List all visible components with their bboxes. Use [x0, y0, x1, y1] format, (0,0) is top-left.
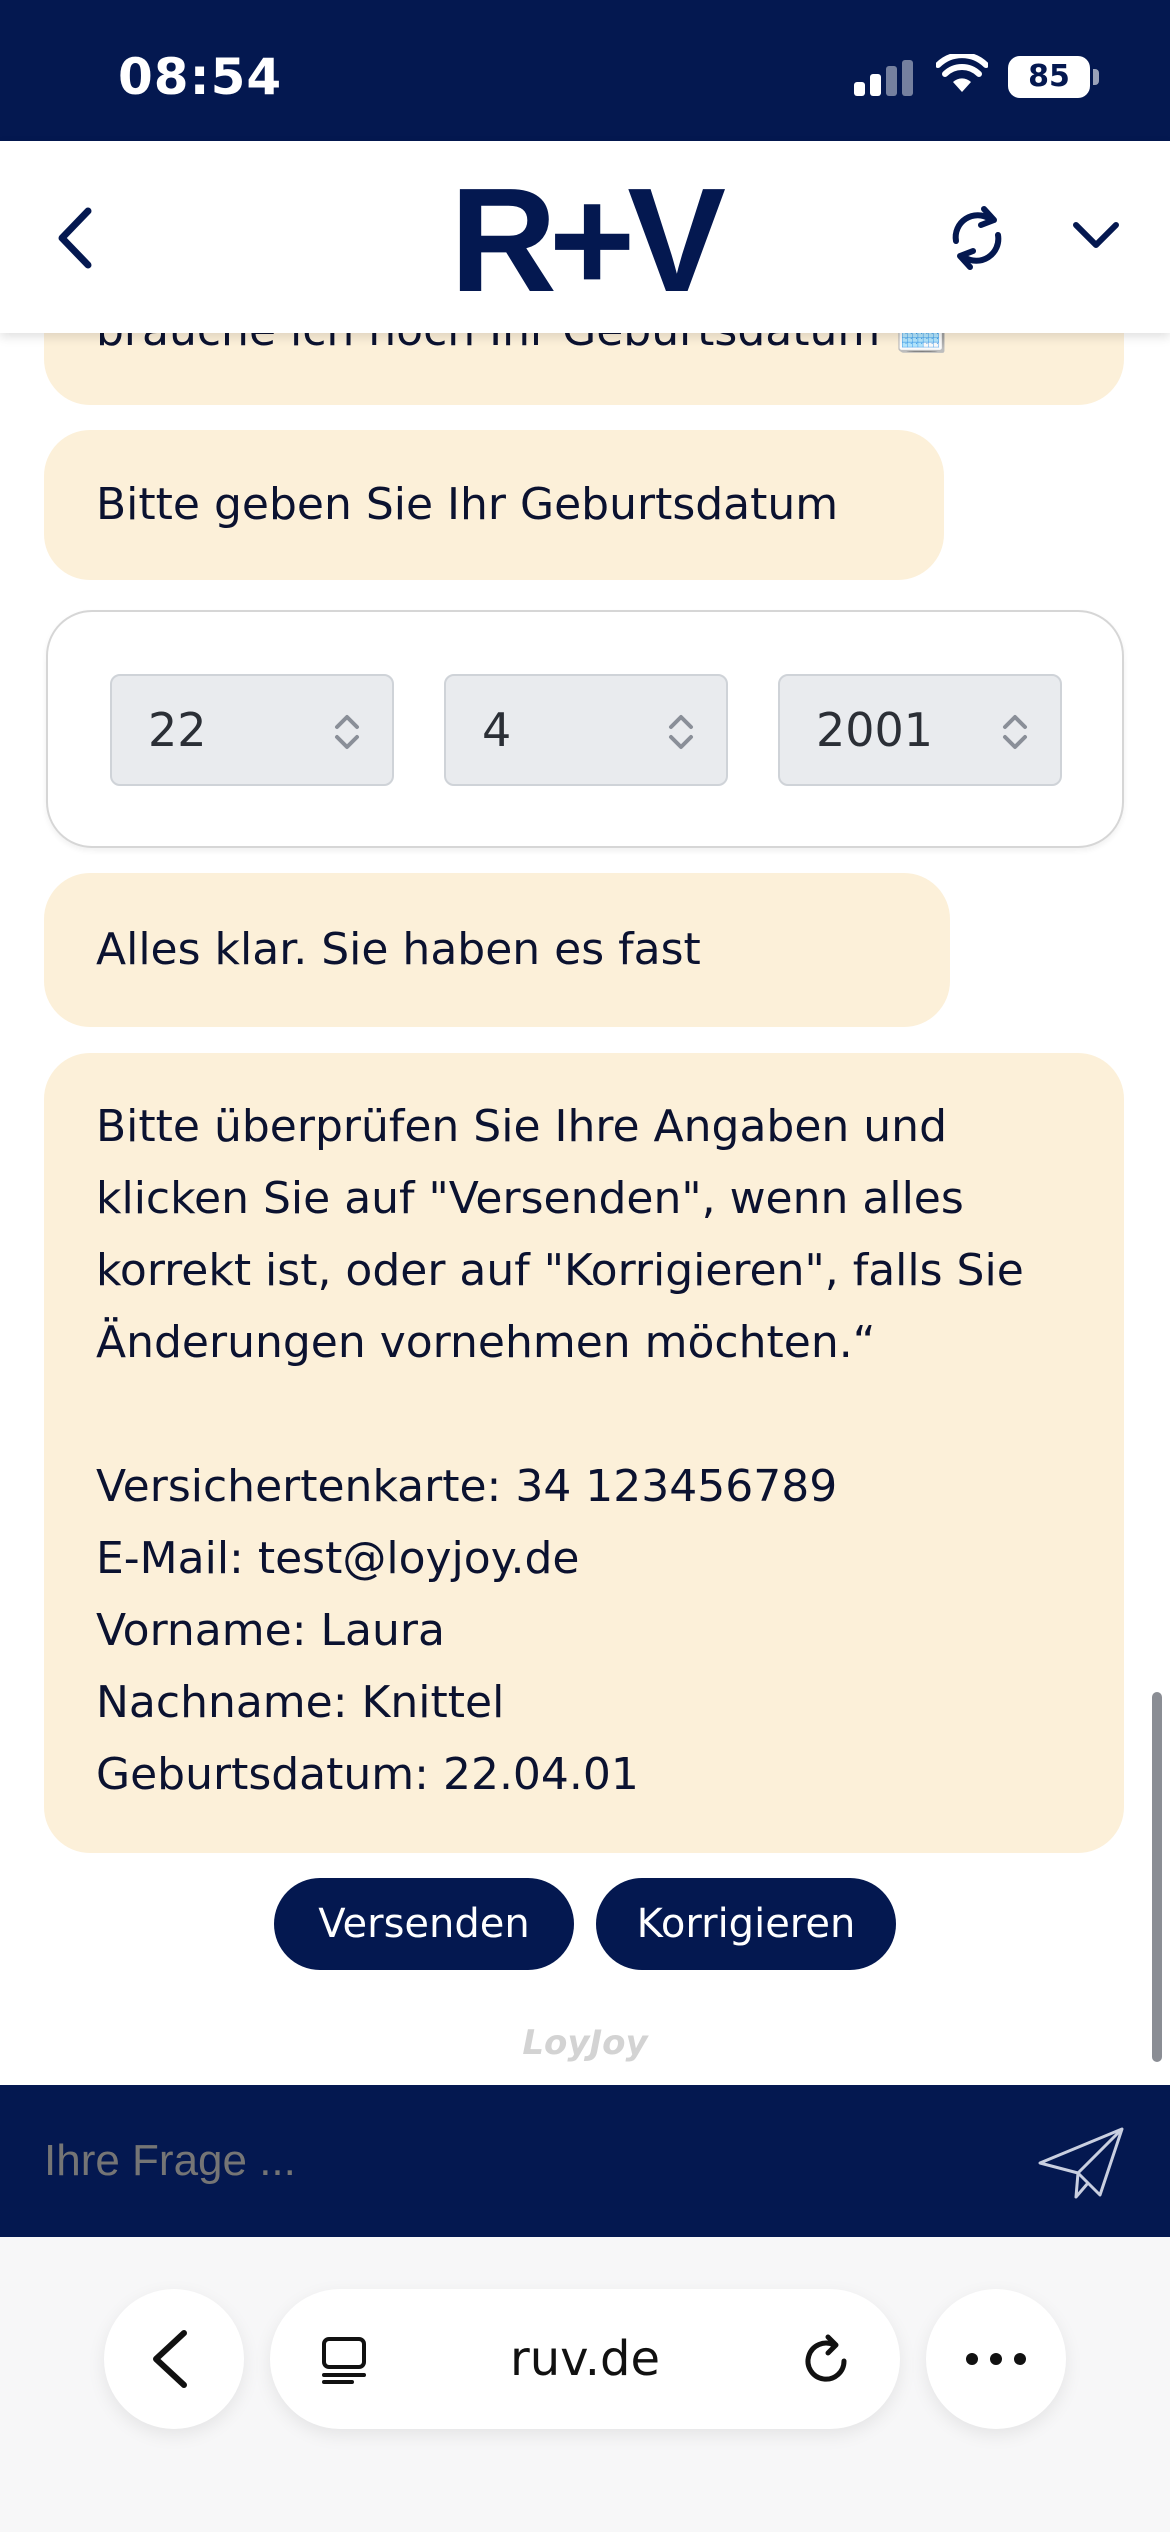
- send-button[interactable]: Versenden: [274, 1878, 574, 1970]
- day-select[interactable]: 22: [110, 674, 394, 786]
- status-time: 08:54: [118, 48, 283, 106]
- browser-toolbar: ruv.de: [0, 2237, 1170, 2532]
- battery-icon: 85: [1008, 56, 1090, 98]
- more-dots-icon: [966, 2353, 1026, 2365]
- summary-line: Bitte überprüfen Sie Ihre Angaben und: [96, 1101, 947, 1152]
- cellular-signal-icon: [854, 60, 914, 96]
- back-chevron-icon: [153, 2330, 187, 2388]
- summary-first-name: Vorname: Laura: [96, 1605, 445, 1656]
- svg-text:R+V: R+V: [450, 175, 725, 299]
- loyjoy-brand: LoyJoy: [522, 2023, 648, 2063]
- summary-email: E-Mail: test@loyjoy.de: [96, 1533, 580, 1584]
- correct-button[interactable]: Korrigieren: [596, 1878, 896, 1970]
- battery-nub: [1093, 69, 1099, 85]
- paper-plane-send-icon[interactable]: [1036, 2125, 1126, 2201]
- month-select[interactable]: 4: [444, 674, 728, 786]
- year-select[interactable]: 2001: [778, 674, 1062, 786]
- select-arrows-icon: [1003, 715, 1027, 749]
- message-text: brauche ich noch Ihr Geburtsdatum 🗓️: [96, 333, 949, 356]
- summary-line: klicken Sie auf "Versenden", wenn alles: [96, 1173, 964, 1224]
- browser-back-button[interactable]: [104, 2289, 244, 2429]
- day-value: 22: [148, 703, 207, 757]
- chat-area[interactable]: brauche ich noch Ihr Geburtsdatum 🗓️ Bit…: [0, 333, 1170, 2085]
- summary-last-name: Nachname: Knittel: [96, 1677, 505, 1728]
- summary-birthdate: Geburtsdatum: 22.04.01: [96, 1749, 639, 1800]
- rv-logo: R+V: [450, 175, 732, 299]
- month-value: 4: [482, 703, 512, 757]
- summary-insurance-card: Versichertenkarte: 34 123456789: [96, 1461, 838, 1512]
- chat-input-bar: [0, 2085, 1170, 2237]
- back-chevron-icon[interactable]: [50, 203, 100, 273]
- chat-message-prompt: Bitte geben Sie Ihr Geburtsdatum ein.: [44, 430, 944, 680]
- year-value: 2001: [816, 703, 934, 757]
- status-bar: 08:54 85: [0, 0, 1170, 141]
- chat-message-summary: Bitte überprüfen Sie Ihre Angaben und kl…: [44, 1053, 1124, 1853]
- reload-icon[interactable]: [798, 2333, 854, 2389]
- scrollbar[interactable]: [1152, 1692, 1162, 2062]
- question-input[interactable]: [44, 2129, 944, 2193]
- chat-message-almost-done: Alles klar. Sie haben es fast geschafft!: [44, 873, 950, 1129]
- summary-line: korrekt ist, oder auf "Korrigieren", fal…: [96, 1245, 1024, 1296]
- select-arrows-icon: [669, 715, 693, 749]
- sync-icon[interactable]: [944, 203, 1010, 273]
- wifi-icon: [936, 54, 988, 92]
- chevron-down-icon[interactable]: [1066, 211, 1126, 261]
- select-arrows-icon: [335, 715, 359, 749]
- more-options-button[interactable]: [926, 2289, 1066, 2429]
- summary-line: Änderungen vornehmen möchten.“: [96, 1317, 876, 1368]
- birthdate-picker-card: 22 4 2001: [46, 610, 1124, 848]
- app-header: R+V: [0, 141, 1170, 333]
- address-bar[interactable]: ruv.de: [270, 2289, 900, 2429]
- chat-message-birthdate-intro: brauche ich noch Ihr Geburtsdatum 🗓️: [44, 333, 1124, 405]
